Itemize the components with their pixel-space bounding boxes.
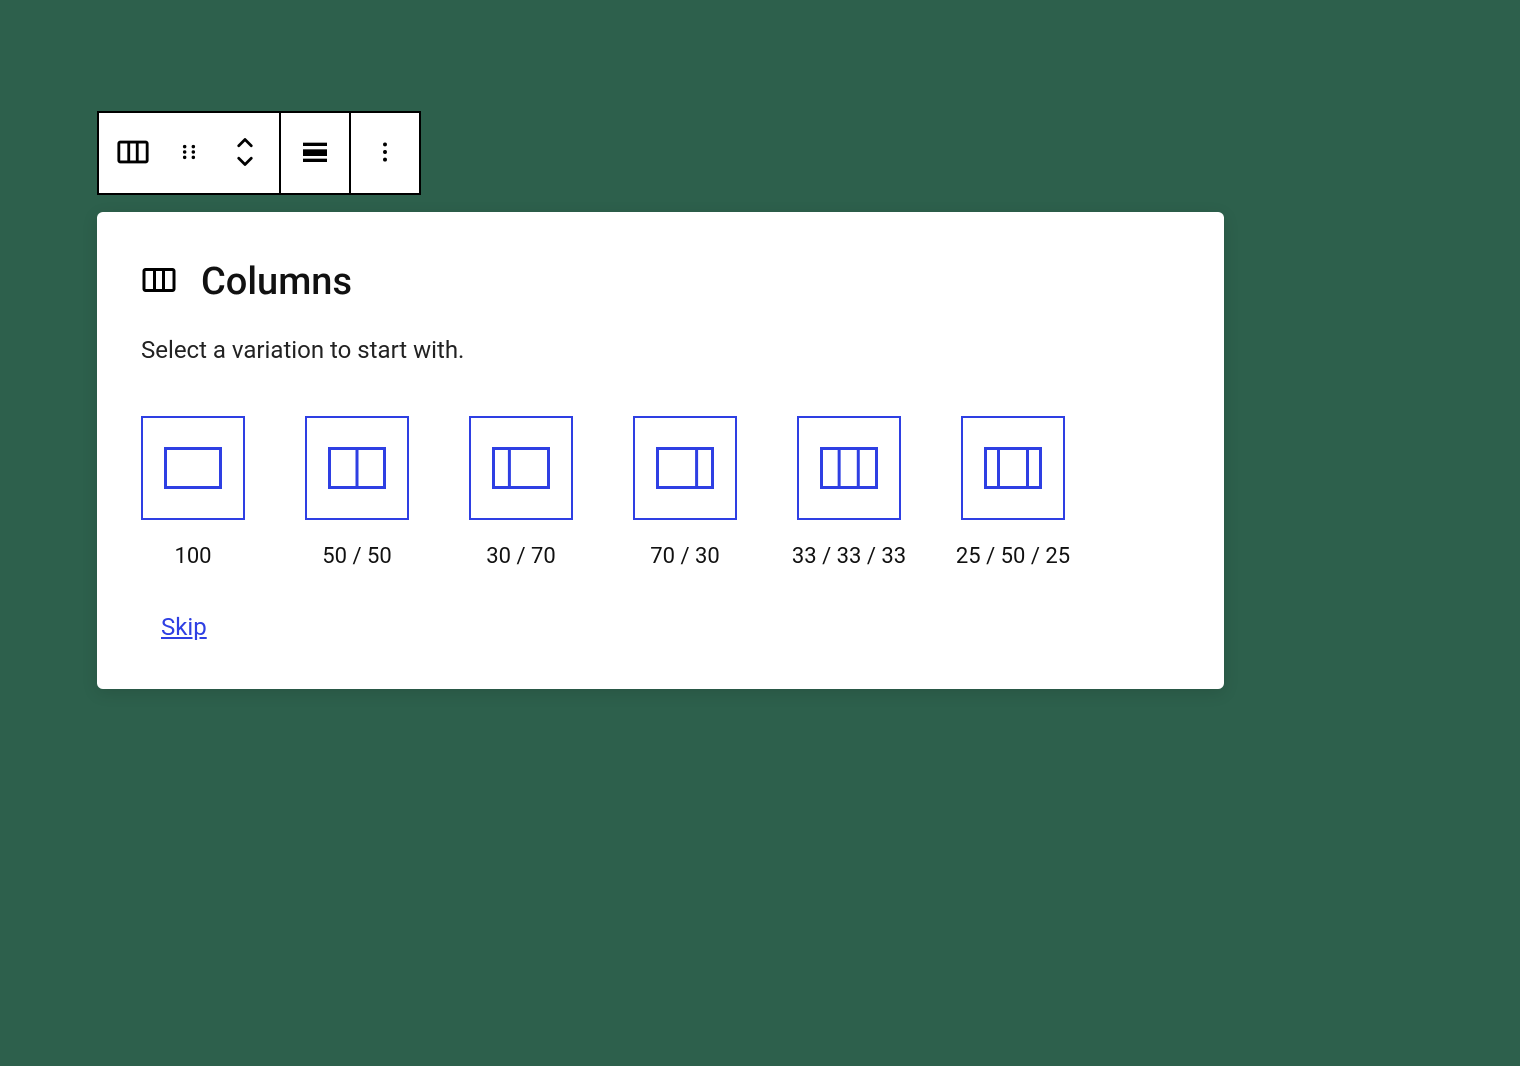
variation-grid: 100 50 / 50 30 / 70 70 / 30 33 / 33 / 33… [141, 416, 1180, 569]
variation-option[interactable]: 30 / 70 [469, 416, 573, 569]
toolbar-group-align [279, 113, 349, 193]
variation-preview [469, 416, 573, 520]
more-vertical-icon [372, 139, 398, 168]
variation-preview [305, 416, 409, 520]
align-wide-icon [299, 136, 331, 171]
variation-option[interactable]: 70 / 30 [633, 416, 737, 569]
skip-link[interactable]: Skip [161, 613, 207, 641]
drag-handle-button[interactable] [161, 125, 217, 181]
variation-preview [141, 416, 245, 520]
variation-option[interactable]: 100 [141, 416, 245, 569]
variation-option[interactable]: 50 / 50 [305, 416, 409, 569]
variation-option[interactable]: 33 / 33 / 33 [797, 416, 901, 569]
variation-preview [961, 416, 1065, 520]
more-options-button[interactable] [357, 125, 413, 181]
variation-label: 33 / 33 / 33 [792, 544, 906, 569]
variation-label: 30 / 70 [486, 544, 555, 569]
chevron-up-down-icon [230, 132, 260, 175]
variation-label: 50 / 50 [322, 544, 391, 569]
panel-header: Columns [141, 260, 1180, 304]
toolbar-group-identity [99, 113, 279, 193]
variation-option[interactable]: 25 / 50 / 25 [961, 416, 1065, 569]
columns-placeholder-panel: Columns Select a variation to start with… [97, 212, 1224, 689]
columns-icon [116, 135, 150, 172]
block-type-button[interactable] [105, 125, 161, 181]
variation-preview [797, 416, 901, 520]
drag-handle-icon [176, 139, 202, 168]
move-updown-button[interactable] [217, 125, 273, 181]
align-button[interactable] [287, 125, 343, 181]
block-toolbar [97, 111, 421, 195]
variation-label: 25 / 50 / 25 [956, 544, 1070, 569]
variation-preview [633, 416, 737, 520]
variation-label: 70 / 30 [650, 544, 719, 569]
columns-icon [141, 262, 177, 302]
toolbar-group-more [349, 113, 419, 193]
panel-title: Columns [201, 260, 352, 304]
variation-label: 100 [174, 544, 211, 569]
panel-subtitle: Select a variation to start with. [141, 336, 1180, 364]
